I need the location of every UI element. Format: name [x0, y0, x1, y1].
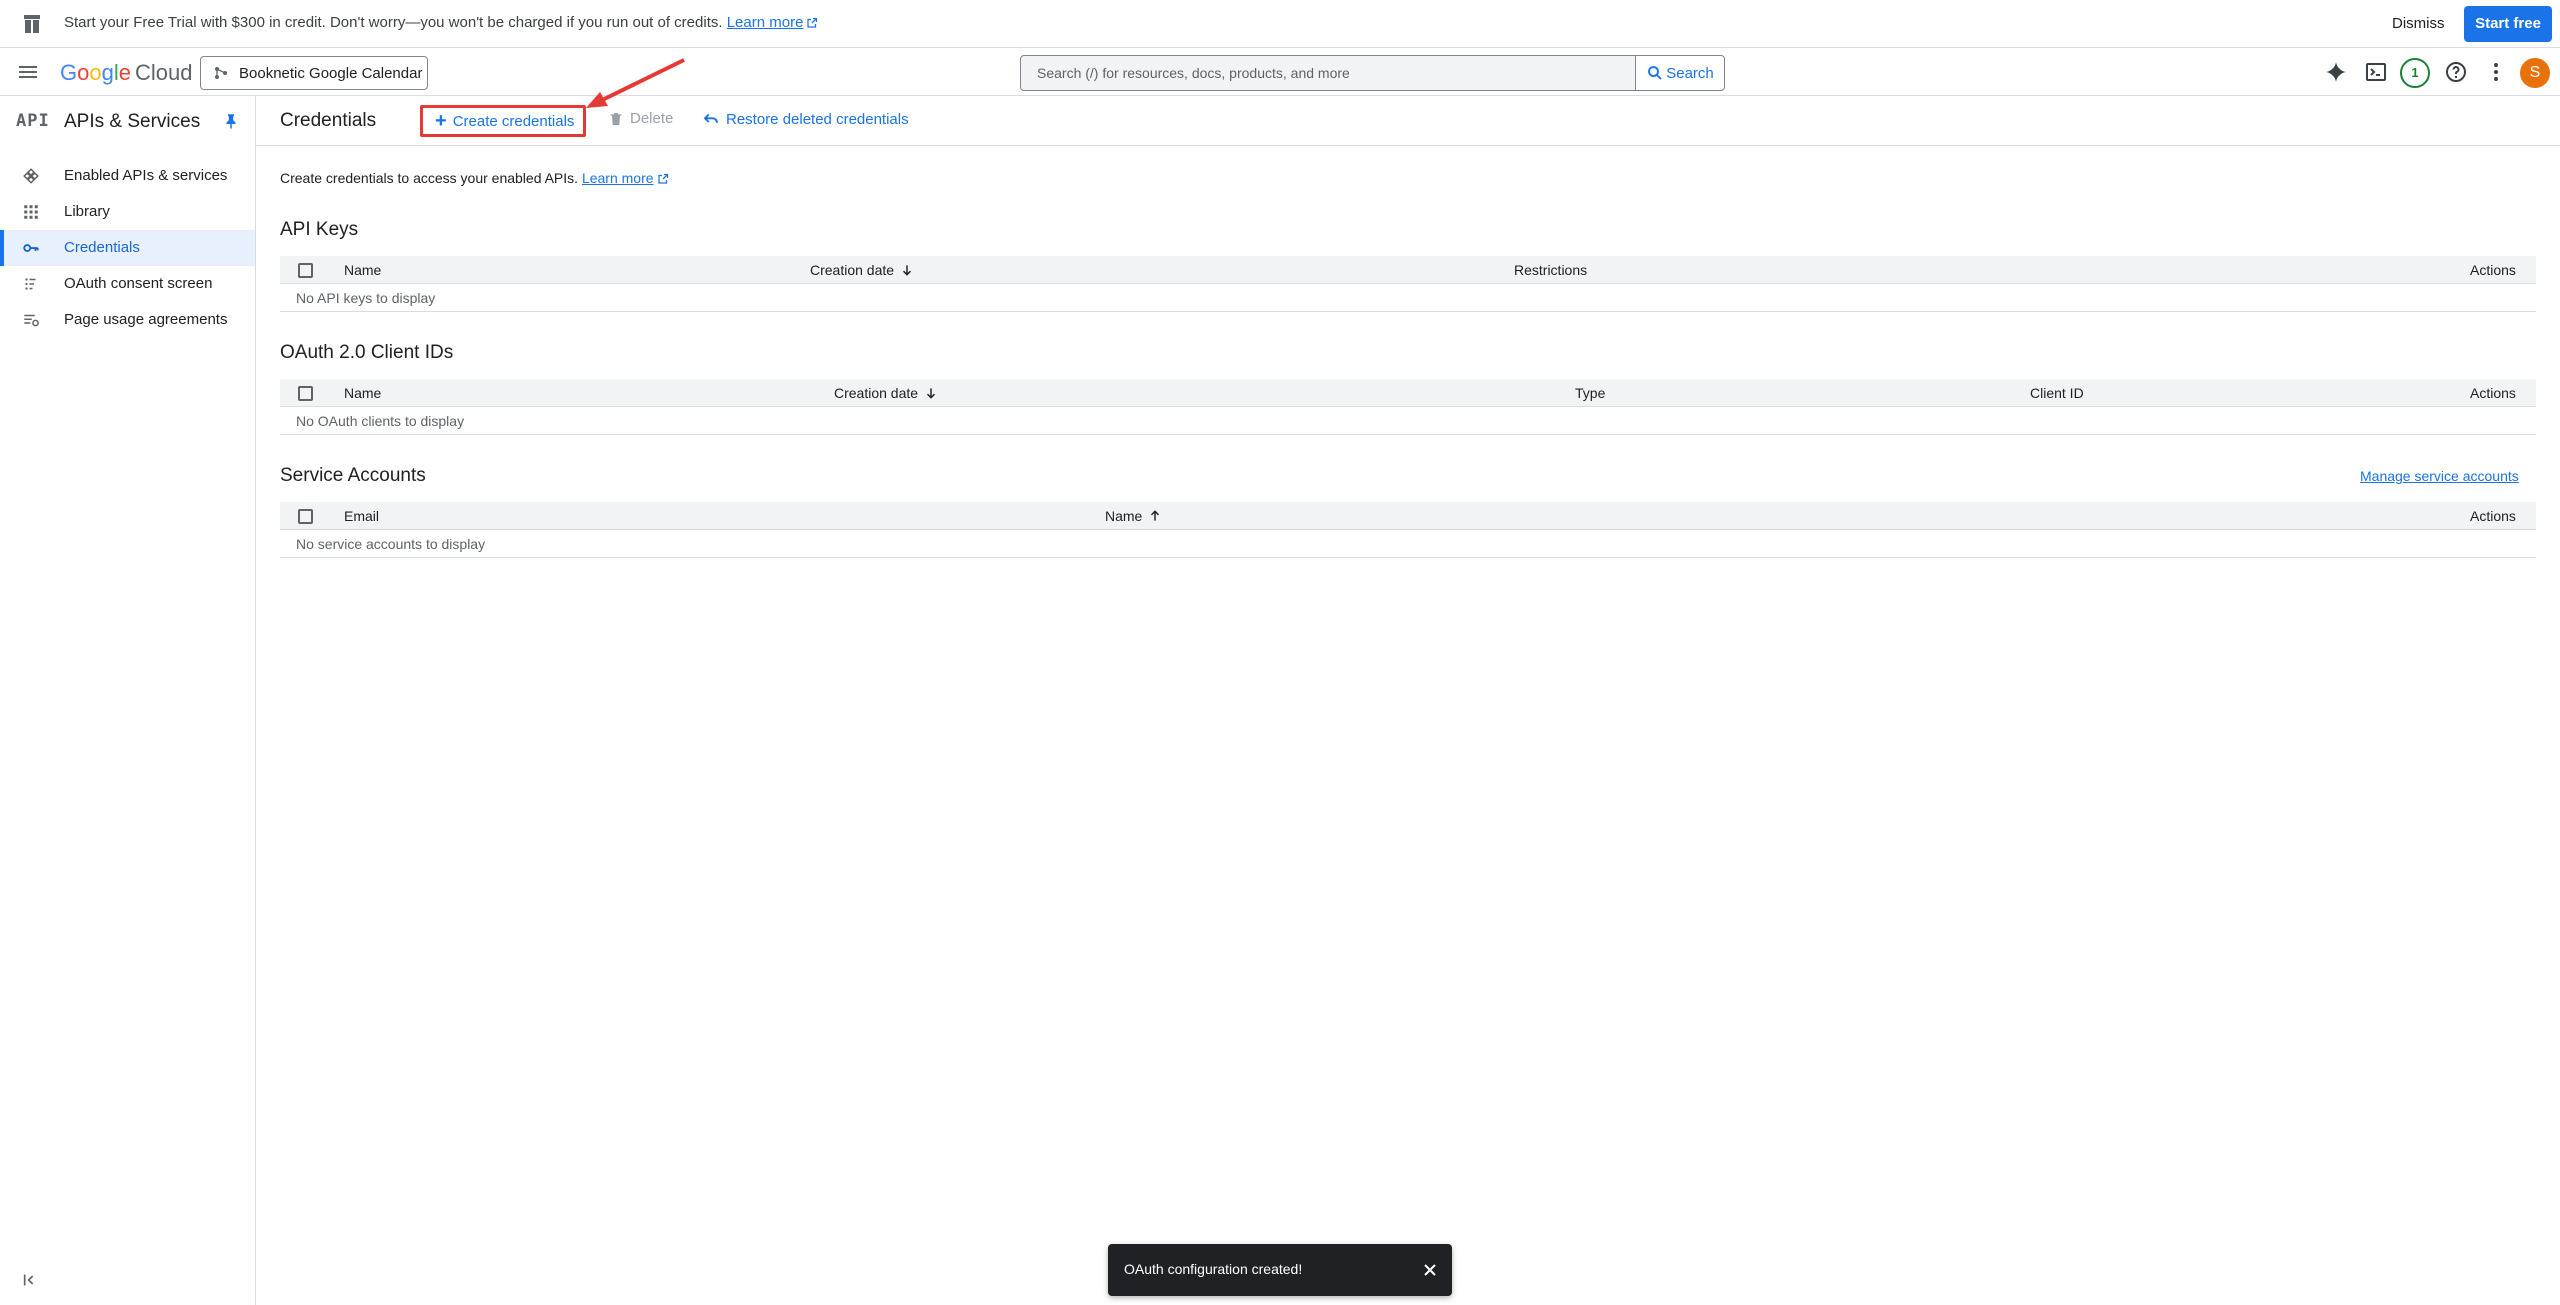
intro-learn-more-link[interactable]: Learn more [582, 170, 654, 186]
sidebar: API APIs & Services Enabled APIs & servi… [0, 96, 256, 1305]
column-header: Actions [2470, 262, 2516, 278]
enabled-apis-icon [22, 167, 40, 185]
oauth-client-ids-title: OAuth 2.0 Client IDs [280, 342, 454, 363]
external-link-icon [657, 172, 669, 188]
page-title: Credentials [280, 110, 377, 131]
column-header-label: Creation date [834, 385, 919, 401]
table-header: Name Creation date Type Client ID Action… [280, 379, 2536, 407]
sidebar-title: APIs & Services [64, 111, 201, 132]
search-input[interactable]: Search (/) for resources, docs, products… [1020, 55, 1636, 91]
empty-message: No OAuth clients to display [296, 413, 465, 429]
sidebar-item-credentials[interactable]: Credentials [0, 230, 255, 266]
sidebar-item-label: Credentials [64, 239, 140, 256]
gemini-sparkle-icon[interactable] [2324, 60, 2348, 84]
arrow-up-icon [1142, 509, 1162, 523]
column-header-label: Creation date [810, 262, 895, 278]
manage-service-accounts-link[interactable]: Manage service accounts [2360, 468, 2519, 484]
table-header: Email Name Actions [280, 502, 2536, 530]
plus-icon: + [435, 110, 447, 132]
snackbar: OAuth configuration created! [1108, 1244, 1452, 1296]
free-trial-banner: Start your Free Trial with $300 in credi… [0, 0, 2560, 48]
api-keys-title: API Keys [280, 219, 359, 240]
more-options-icon[interactable] [2484, 60, 2508, 84]
column-header[interactable]: Name [344, 385, 381, 401]
collapse-sidebar-icon[interactable] [22, 1272, 38, 1288]
create-credentials-label: Create credentials [452, 112, 575, 130]
sidebar-item-label: Enabled APIs & services [64, 167, 228, 184]
arrow-down-icon [894, 263, 914, 277]
column-header[interactable]: Type [1575, 385, 1605, 401]
search-button-label: Search [1666, 64, 1714, 82]
cloud-shell-terminal-icon[interactable] [2364, 60, 2388, 84]
snackbar-message: OAuth configuration created! [1124, 1261, 1303, 1277]
oauth-consent-icon [22, 275, 40, 293]
sidebar-item-label: Library [64, 203, 110, 220]
sidebar-item-label: OAuth consent screen [64, 275, 213, 292]
project-hierarchy-icon [213, 65, 229, 81]
column-header: Actions [2470, 385, 2516, 401]
search-button[interactable]: Search [1635, 55, 1725, 91]
select-all-checkbox[interactable] [298, 263, 313, 278]
empty-message: No API keys to display [296, 290, 436, 306]
search-icon [1646, 64, 1664, 82]
column-header: Actions [2470, 508, 2516, 524]
table-empty-row: No OAuth clients to display [280, 407, 2536, 435]
api-keys-table: Name Creation date Restrictions Actions … [280, 256, 2536, 312]
sidebar-item-enabled-apis[interactable]: Enabled APIs & services [0, 158, 255, 194]
restore-label: Restore deleted credentials [726, 110, 909, 128]
banner-text: Start your Free Trial with $300 in credi… [64, 14, 723, 31]
sidebar-header: API APIs & Services [0, 96, 256, 146]
column-header[interactable]: Name [344, 262, 381, 278]
column-header-creation-date[interactable]: Creation date [810, 262, 914, 278]
create-credentials-button[interactable]: + Create credentials [420, 105, 586, 137]
select-all-checkbox[interactable] [298, 386, 313, 401]
sidebar-item-oauth-consent[interactable]: OAuth consent screen [0, 266, 255, 302]
service-accounts-table: Email Name Actions No service accounts t… [280, 502, 2536, 558]
library-icon [22, 203, 40, 221]
sidebar-item-page-usage[interactable]: Page usage agreements [0, 302, 255, 338]
key-icon [22, 239, 40, 257]
column-header-label: Name [1105, 508, 1143, 524]
select-all-checkbox[interactable] [298, 509, 313, 524]
logo-cloud-text: Cloud [135, 60, 193, 85]
column-header[interactable]: Email [344, 508, 379, 524]
undo-icon [702, 110, 720, 128]
column-header-name[interactable]: Name [1105, 508, 1162, 524]
start-free-button[interactable]: Start free [2464, 6, 2552, 42]
arrow-down-icon [918, 386, 938, 400]
service-accounts-title: Service Accounts [280, 465, 426, 486]
banner-message: Start your Free Trial with $300 in credi… [64, 14, 818, 33]
main-menu-icon[interactable] [16, 60, 40, 84]
oauth-clients-table: Name Creation date Type Client ID Action… [280, 379, 2536, 435]
table-header: Name Creation date Restrictions Actions [280, 256, 2536, 284]
table-empty-row: No service accounts to display [280, 530, 2536, 558]
restore-deleted-credentials-button[interactable]: Restore deleted credentials [702, 110, 909, 128]
sidebar-item-library[interactable]: Library [0, 194, 255, 230]
page-usage-icon [22, 311, 40, 329]
annotation-arrow-icon [586, 58, 685, 108]
intro-text: Create credentials to access your enable… [280, 170, 669, 188]
notifications-badge[interactable]: 1 [2400, 58, 2430, 88]
help-icon[interactable] [2444, 60, 2468, 84]
dismiss-button[interactable]: Dismiss [2380, 10, 2457, 38]
top-navigation-bar: Google Cloud Booknetic Google Calendar Se… [0, 48, 2560, 96]
column-header: Restrictions [1514, 262, 1588, 278]
api-logo-icon: API [16, 111, 50, 131]
column-header-creation-date[interactable]: Creation date [834, 385, 938, 401]
external-link-icon [806, 16, 818, 33]
empty-message: No service accounts to display [296, 536, 486, 552]
intro-message: Create credentials to access your enable… [280, 170, 579, 186]
google-cloud-logo[interactable]: Google Cloud [60, 60, 193, 86]
gift-icon [20, 12, 44, 36]
column-header[interactable]: Client ID [2030, 385, 2084, 401]
project-picker[interactable]: Booknetic Google Calendar [200, 56, 428, 90]
banner-learn-more-link[interactable]: Learn more [727, 14, 804, 31]
project-name: Booknetic Google Calendar [239, 64, 423, 82]
pin-icon[interactable] [222, 112, 240, 130]
account-avatar[interactable]: S [2520, 58, 2550, 88]
sidebar-item-label: Page usage agreements [64, 311, 228, 328]
close-icon[interactable] [1420, 1260, 1440, 1280]
table-empty-row: No API keys to display [280, 284, 2536, 312]
